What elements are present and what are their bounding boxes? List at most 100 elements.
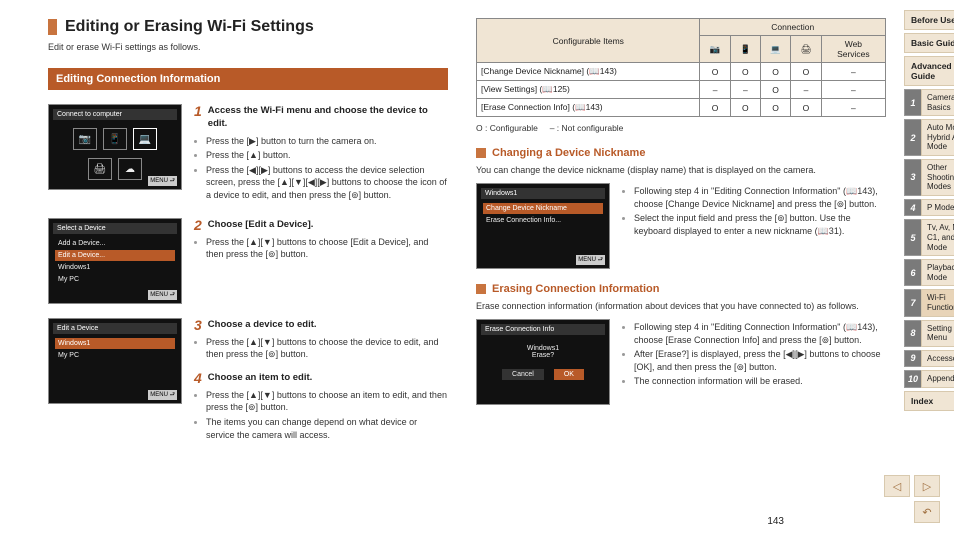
th-connection: Connection [700, 19, 886, 36]
nav-ch-8[interactable]: 8Setting Menu [904, 320, 954, 347]
step-3-num: 3 [194, 318, 202, 332]
th-col: 📱 [730, 36, 760, 63]
step-3-title: Choose a device to edit. [208, 318, 317, 331]
dlg-line: Erase? [483, 352, 603, 359]
thumb1-title: Connect to computer [53, 109, 177, 120]
nav-ch-9[interactable]: 9Accessories [904, 350, 954, 368]
nav-advanced-guide[interactable]: Advanced Guide [904, 56, 954, 86]
bullet: Following step 4 in "Editing Connection … [634, 185, 886, 210]
menu-item-selected: Windows1 [55, 338, 175, 349]
intro-text: Edit or erase Wi-Fi settings as follows. [48, 42, 448, 52]
nav-ch-7[interactable]: 7Wi-Fi Functions [904, 289, 954, 316]
thumb2-title: Select a Device [53, 223, 177, 234]
table-legend: O : Configurable – : Not configurable [476, 123, 886, 133]
th-col: 💻 [760, 36, 790, 63]
page-number: 143 [767, 516, 784, 527]
next-page-button[interactable]: ▷ [914, 475, 940, 497]
thumb-erase: Erase Connection Info Windows1 Erase? Ca… [476, 319, 610, 405]
th-col: 📷 [700, 36, 730, 63]
thumb-edit-device: Edit a Device Windows1 My PC MENU ⮐ [48, 318, 182, 404]
menu-item: My PC [55, 350, 175, 361]
sub1-intro: You can change the device nickname (disp… [476, 165, 886, 175]
nav-index[interactable]: Index [904, 391, 954, 411]
thumb-nickname: Windows1 Change Device Nickname Erase Co… [476, 183, 610, 269]
bullet: After [Erase?] is displayed, press the [… [634, 348, 886, 373]
menu-item: Erase Connection Info... [483, 215, 603, 226]
sub2-bullets: Following step 4 in "Editing Connection … [622, 321, 886, 388]
bullet: Press the [▲][▼] buttons to choose the d… [206, 336, 448, 361]
bullet: Press the [▲] button. [206, 149, 448, 162]
nav-basic-guide[interactable]: Basic Guide [904, 33, 954, 53]
thumb-connect: Connect to computer 📷 📱 💻 🖨 ☁ MENU ⮐ [48, 104, 182, 190]
prev-page-button[interactable]: ◁ [884, 475, 910, 497]
th-col: Web Services [821, 36, 885, 63]
bullet: Following step 4 in "Editing Connection … [634, 321, 886, 346]
table-row: [View Settings] (📖125)––O–– [477, 81, 886, 99]
menu-item: Add a Device... [55, 238, 175, 249]
menu-corner: MENU ⮐ [576, 255, 605, 265]
bullet: Press the [◀][▶] buttons to access the d… [206, 164, 448, 202]
camera-icon: 📷 [73, 128, 97, 150]
thumb-select-device: Select a Device Add a Device... Edit a D… [48, 218, 182, 304]
bullet: Press the [▲][▼] buttons to choose an it… [206, 389, 448, 414]
menu-item: Windows1 [55, 262, 175, 273]
step-4-bullets: Press the [▲][▼] buttons to choose an it… [194, 389, 448, 441]
thumb-title: Windows1 [481, 188, 605, 199]
step-1-num: 1 [194, 104, 202, 118]
nav-ch-10[interactable]: 10Appendix [904, 370, 954, 388]
bullet: Select the input field and press the [⊚]… [634, 212, 886, 237]
thumb3-title: Edit a Device [53, 323, 177, 334]
nav-ch-4[interactable]: 4P Mode [904, 199, 954, 217]
dlg-ok: OK [554, 369, 584, 380]
step-1-bullets: Press the [▶] button to turn the camera … [194, 135, 448, 202]
menu-corner: MENU ⮐ [148, 290, 177, 300]
nav-ch-6[interactable]: 6Playback Mode [904, 259, 954, 286]
td-name: [Change Device Nickname] (📖143) [477, 63, 700, 81]
step-2-bullets: Press the [▲][▼] buttons to choose [Edit… [194, 236, 448, 261]
config-table: Configurable Items Connection 📷 📱 💻 🖨 We… [476, 18, 886, 117]
nav-ch-5[interactable]: 5Tv, Av, M, C1, and C2 Mode [904, 219, 954, 256]
bullet: The items you can change depend on what … [206, 416, 448, 441]
laptop-icon: 💻 [133, 128, 157, 150]
sub2-heading: Erasing Connection Information [476, 283, 886, 295]
page-title-text: Editing or Erasing Wi-Fi Settings [65, 18, 314, 36]
thumb-title: Erase Connection Info [481, 324, 605, 335]
phone-icon: 📱 [103, 128, 127, 150]
nav-ch-1[interactable]: 1Camera Basics [904, 89, 954, 116]
page-nav-buttons: ◁ ▷ ↶ [884, 475, 940, 523]
menu-corner: MENU ⮐ [148, 176, 177, 186]
sidebar-nav: Before Use Basic Guide Advanced Guide 1C… [904, 0, 954, 537]
table-row: [Change Device Nickname] (📖143)OOOO– [477, 63, 886, 81]
menu-item: My PC [55, 274, 175, 285]
td-name: [View Settings] (📖125) [477, 81, 700, 99]
printer-icon: 🖨 [88, 158, 112, 180]
step-3-bullets: Press the [▲][▼] buttons to choose the d… [194, 336, 448, 361]
section-heading: Editing Connection Information [48, 68, 448, 90]
sub1-bullets: Following step 4 in "Editing Connection … [622, 185, 886, 237]
step-1-title: Access the Wi-Fi menu and choose the dev… [208, 104, 448, 131]
td-name: [Erase Connection Info] (📖143) [477, 99, 700, 117]
menu-corner: MENU ⮐ [148, 390, 177, 400]
return-button[interactable]: ↶ [914, 501, 940, 523]
page-title: Editing or Erasing Wi-Fi Settings [48, 18, 448, 36]
step-4-title: Choose an item to edit. [208, 371, 313, 384]
step-2-num: 2 [194, 218, 202, 232]
table-row: [Erase Connection Info] (📖143)OOOO– [477, 99, 886, 117]
step-4-num: 4 [194, 371, 202, 385]
th-col: 🖨 [791, 36, 822, 63]
sub1-heading: Changing a Device Nickname [476, 147, 886, 159]
nav-ch-3[interactable]: 3Other Shooting Modes [904, 159, 954, 196]
th-items: Configurable Items [477, 19, 700, 63]
bullet: The connection information will be erase… [634, 375, 886, 388]
dlg-line: Windows1 [483, 345, 603, 352]
menu-item-selected: Edit a Device... [55, 250, 175, 261]
sub2-intro: Erase connection information (informatio… [476, 301, 886, 311]
menu-item-selected: Change Device Nickname [483, 203, 603, 214]
bullet: Press the [▲][▼] buttons to choose [Edit… [206, 236, 448, 261]
nav-ch-2[interactable]: 2Auto Mode / Hybrid Auto Mode [904, 119, 954, 156]
cloud-icon: ☁ [118, 158, 142, 180]
dlg-cancel: Cancel [502, 369, 544, 380]
nav-before-use[interactable]: Before Use [904, 10, 954, 30]
step-2-title: Choose [Edit a Device]. [208, 218, 314, 231]
bullet: Press the [▶] button to turn the camera … [206, 135, 448, 148]
